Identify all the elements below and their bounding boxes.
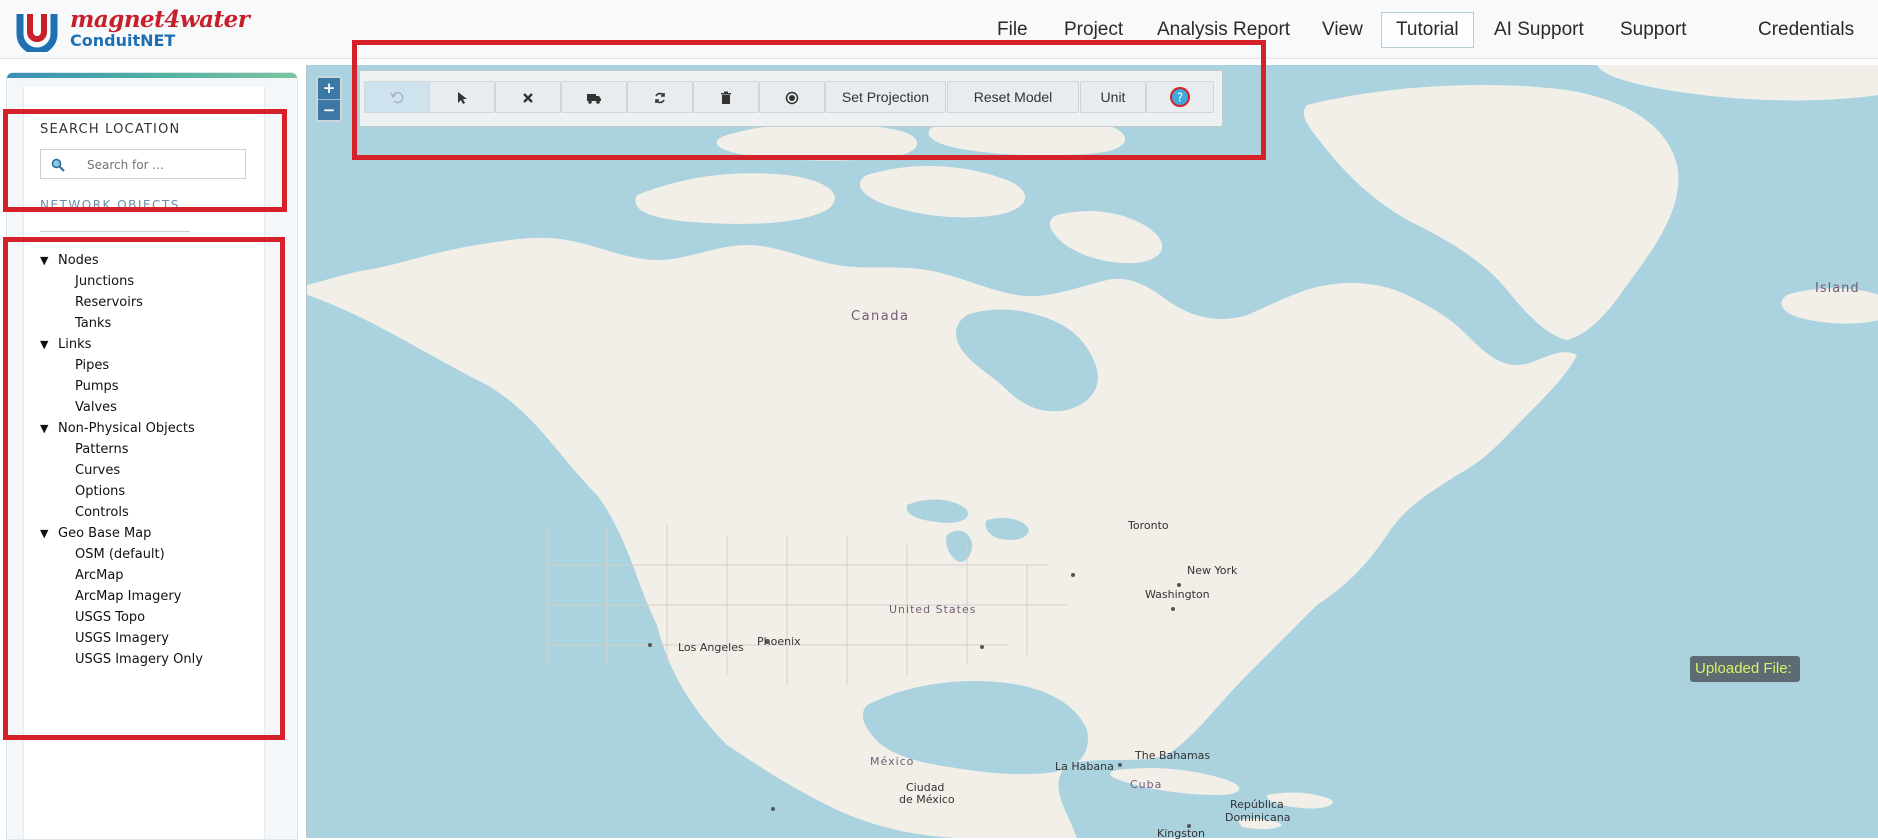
map-label-phoenix: Phoenix (757, 635, 801, 648)
map-label-new-york: New York (1187, 564, 1238, 577)
zoom-control: + − (316, 76, 342, 122)
map-label-mexico: México (870, 755, 915, 768)
zoom-in-button[interactable]: + (318, 78, 340, 99)
uploaded-file-badge: Uploaded File: (1690, 656, 1800, 682)
map-label-toronto: Toronto (1128, 519, 1169, 532)
basemap-land (307, 65, 1878, 838)
map-label-united-states: United States (889, 603, 977, 616)
brand-name: magnet4water (70, 6, 250, 33)
product-name: ConduitNET (70, 31, 176, 50)
map-canvas[interactable] (306, 65, 1878, 838)
nav-tutorial[interactable]: Tutorial (1381, 12, 1474, 48)
magnet4water-logo-icon (16, 14, 58, 52)
nav-view[interactable]: View (1322, 14, 1363, 46)
map-label-canada: Canada (851, 309, 910, 324)
map-label-republica: República (1230, 798, 1284, 811)
map-label-la-habana: La Habana (1055, 760, 1114, 773)
map-label-de-mexico: de México (899, 793, 955, 806)
sidebar-accent-bar (7, 73, 297, 78)
map-label-kingston: Kingston (1157, 827, 1205, 840)
nav-credentials[interactable]: Credentials (1758, 14, 1854, 46)
map-label-washington: Washington (1145, 588, 1210, 601)
annotation-box-tree (3, 237, 285, 740)
nav-support[interactable]: Support (1620, 14, 1687, 46)
map-label-island: Island (1815, 281, 1860, 296)
map-label-cuba: Cuba (1130, 778, 1163, 791)
map-label-dominicana: Dominicana (1225, 811, 1291, 824)
zoom-out-button[interactable]: − (318, 99, 340, 121)
map-label-los-angeles: Los Angeles (678, 641, 744, 654)
sidebar-divider (40, 231, 190, 232)
annotation-box-toolbar (352, 40, 1266, 160)
nav-ai-support[interactable]: AI Support (1494, 14, 1584, 46)
map-label-bahamas: The Bahamas (1135, 749, 1211, 762)
annotation-box-search (3, 109, 287, 212)
